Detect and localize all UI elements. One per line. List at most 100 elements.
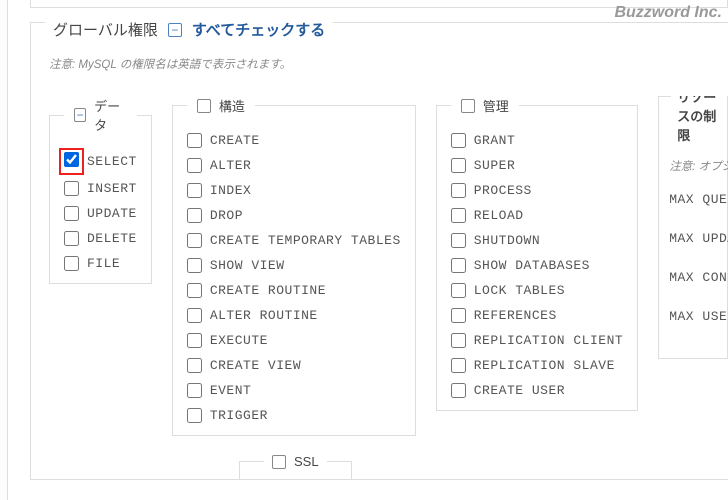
privilege-grant[interactable]: GRANT <box>451 133 623 148</box>
privilege-replication-slave[interactable]: REPLICATION SLAVE <box>451 358 623 373</box>
privilege-alter-routine[interactable]: ALTER ROUTINE <box>187 308 401 323</box>
data-group: − データ SELECT INSERT UPDATE DELETE FILE <box>49 96 152 284</box>
privilege-show-view[interactable]: SHOW VIEW <box>187 258 401 273</box>
privilege-drop[interactable]: DROP <box>187 208 401 223</box>
privilege-checkbox[interactable] <box>187 208 202 223</box>
resource-row: MAX CONNECTIONS PER <box>669 270 717 285</box>
privilege-super[interactable]: SUPER <box>451 158 623 173</box>
privilege-checkbox[interactable] <box>451 358 466 373</box>
ssl-group: SSL <box>239 454 352 479</box>
privilege-checkbox[interactable] <box>187 183 202 198</box>
privilege-checkbox[interactable] <box>187 233 202 248</box>
privilege-update[interactable]: UPDATE <box>64 206 137 221</box>
privilege-label: EXECUTE <box>210 333 268 348</box>
privilege-trigger[interactable]: TRIGGER <box>187 408 401 423</box>
check-all-link[interactable]: すべてチェックする <box>192 19 325 40</box>
group-checkbox[interactable] <box>461 99 475 113</box>
privilege-label: CREATE VIEW <box>210 358 301 373</box>
privilege-checkbox[interactable] <box>64 152 79 167</box>
privilege-note: 注意: MySQL の権限名は英語で表示されます。 <box>49 56 728 72</box>
group-label: データ <box>94 96 127 134</box>
privilege-label: LOCK TABLES <box>474 283 565 298</box>
privilege-shutdown[interactable]: SHUTDOWN <box>451 233 623 248</box>
privilege-label: SHUTDOWN <box>474 233 540 248</box>
privilege-label: CREATE ROUTINE <box>210 283 326 298</box>
privilege-delete[interactable]: DELETE <box>64 231 137 246</box>
admin-group: 管理 GRANT SUPER PROCESS RELOAD SHUTDOWN SHOW D… <box>436 96 638 411</box>
privilege-label: PROCESS <box>474 183 532 198</box>
privilege-label: SELECT <box>87 154 137 169</box>
privilege-label: SUPER <box>474 158 516 173</box>
privilege-label: UPDATE <box>87 206 137 221</box>
resource-limits-panel: リソースの制限 注意: オプションを 0 (ゼロ MAX QUERIES PER… <box>658 96 728 359</box>
privilege-reload[interactable]: RELOAD <box>451 208 623 223</box>
privilege-references[interactable]: REFERENCES <box>451 308 623 323</box>
group-checkbox[interactable] <box>197 99 211 113</box>
privilege-checkbox[interactable] <box>187 308 202 323</box>
privilege-checkbox[interactable] <box>187 158 202 173</box>
privilege-checkbox[interactable] <box>187 333 202 348</box>
privilege-execute[interactable]: EXECUTE <box>187 333 401 348</box>
privilege-show-databases[interactable]: SHOW DATABASES <box>451 258 623 273</box>
privilege-checkbox[interactable] <box>187 133 202 148</box>
collapse-icon[interactable]: − <box>168 23 182 37</box>
privilege-replication-client[interactable]: REPLICATION CLIENT <box>451 333 623 348</box>
privilege-checkbox[interactable] <box>64 206 79 221</box>
privilege-checkbox[interactable] <box>64 231 79 246</box>
privilege-create-view[interactable]: CREATE VIEW <box>187 358 401 373</box>
privilege-select[interactable]: SELECT <box>64 152 137 171</box>
privilege-event[interactable]: EVENT <box>187 383 401 398</box>
privilege-label: RELOAD <box>474 208 524 223</box>
privilege-checkbox[interactable] <box>451 183 466 198</box>
privilege-label: CREATE <box>210 133 260 148</box>
privilege-checkbox[interactable] <box>187 383 202 398</box>
brand-label: Buzzword Inc. <box>614 4 722 22</box>
privilege-process[interactable]: PROCESS <box>451 183 623 198</box>
privilege-lock-tables[interactable]: LOCK TABLES <box>451 283 623 298</box>
privilege-create-routine[interactable]: CREATE ROUTINE <box>187 283 401 298</box>
privilege-checkbox[interactable] <box>187 258 202 273</box>
privilege-label: CREATE TEMPORARY TABLES <box>210 233 401 248</box>
privilege-create-user[interactable]: CREATE USER <box>451 383 623 398</box>
privilege-checkbox[interactable] <box>451 383 466 398</box>
panel-title: グローバル権限 <box>53 19 158 40</box>
collapse-icon[interactable]: − <box>74 108 86 122</box>
global-privileges-panel: グローバル権限 − すべてチェックする 注意: MySQL の権限名は英語で表示… <box>30 22 728 480</box>
resource-row: MAX UPDATES PER HOU <box>669 231 717 246</box>
privilege-checkbox[interactable] <box>451 308 466 323</box>
privilege-checkbox[interactable] <box>451 233 466 248</box>
resource-title: リソースの制限 <box>671 96 727 144</box>
privilege-checkbox[interactable] <box>451 258 466 273</box>
privilege-checkbox[interactable] <box>451 208 466 223</box>
privilege-checkbox[interactable] <box>187 283 202 298</box>
privilege-label: CREATE USER <box>474 383 565 398</box>
privilege-checkbox[interactable] <box>64 256 79 271</box>
privilege-label: FILE <box>87 256 120 271</box>
privilege-checkbox[interactable] <box>451 133 466 148</box>
privilege-checkbox[interactable] <box>64 181 79 196</box>
resource-row: MAX QUERIES PER HOU <box>669 192 717 207</box>
group-checkbox[interactable] <box>272 455 286 469</box>
privilege-checkbox[interactable] <box>451 158 466 173</box>
privilege-checkbox[interactable] <box>187 358 202 373</box>
privilege-label: INSERT <box>87 181 137 196</box>
privilege-insert[interactable]: INSERT <box>64 181 137 196</box>
privilege-index[interactable]: INDEX <box>187 183 401 198</box>
privilege-create[interactable]: CREATE <box>187 133 401 148</box>
group-label: 管理 <box>483 96 509 115</box>
privilege-label: ALTER ROUTINE <box>210 308 318 323</box>
privilege-label: TRIGGER <box>210 408 268 423</box>
resource-row: MAX USER_CONNECTION <box>669 309 717 324</box>
privilege-label: SHOW DATABASES <box>474 258 590 273</box>
privilege-checkbox[interactable] <box>187 408 202 423</box>
privilege-label: EVENT <box>210 383 252 398</box>
privilege-checkbox[interactable] <box>451 333 466 348</box>
privilege-label: INDEX <box>210 183 252 198</box>
privilege-alter[interactable]: ALTER <box>187 158 401 173</box>
group-label: 構造 <box>219 96 245 115</box>
privilege-checkbox[interactable] <box>451 283 466 298</box>
privilege-label: REPLICATION CLIENT <box>474 333 623 348</box>
privilege-file[interactable]: FILE <box>64 256 137 271</box>
privilege-create-temporary-tables[interactable]: CREATE TEMPORARY TABLES <box>187 233 401 248</box>
privilege-label: GRANT <box>474 133 516 148</box>
